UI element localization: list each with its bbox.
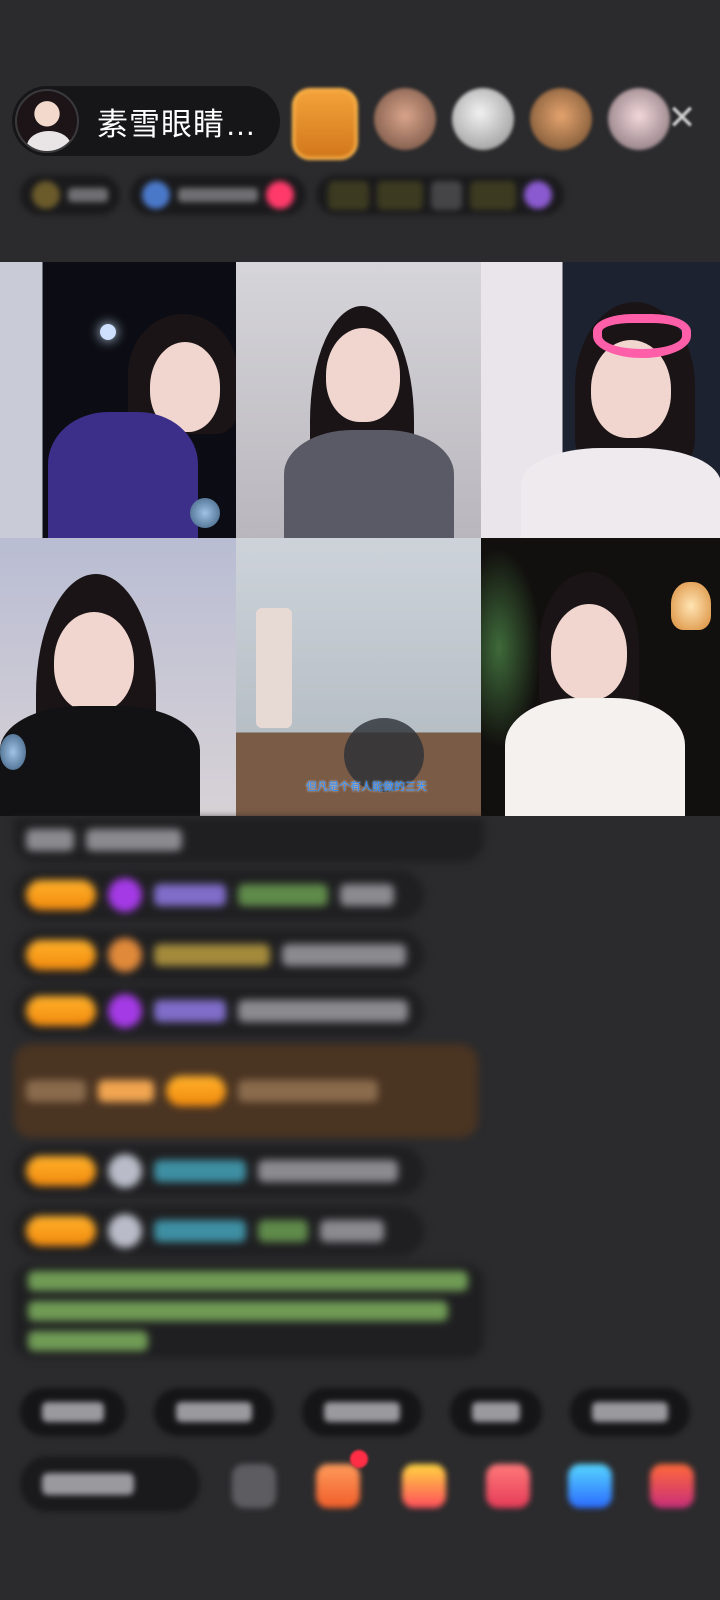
- chat-text: [238, 884, 328, 906]
- chat-message: [14, 986, 424, 1036]
- viewer-avatar[interactable]: [374, 88, 436, 150]
- chat-username[interactable]: [154, 1220, 246, 1242]
- video-subtitle: 但凡是个有人能做的三天: [306, 781, 427, 793]
- gift-box-icon[interactable]: [650, 1464, 694, 1508]
- level-badge: [26, 1156, 96, 1186]
- host-info-pill[interactable]: 素雪眼睛…: [12, 86, 280, 156]
- chat-message: [14, 870, 424, 920]
- chat-text: [238, 1080, 378, 1102]
- viewer-avatar[interactable]: [452, 88, 514, 150]
- host-name: 素雪眼睛…: [97, 106, 257, 142]
- video-tile[interactable]: [0, 538, 236, 816]
- chat-text: [86, 829, 182, 851]
- room-chip[interactable]: [20, 175, 120, 215]
- fan-badge-icon: [108, 1214, 142, 1248]
- person-body: [521, 448, 720, 538]
- host-avatar[interactable]: [15, 89, 79, 153]
- chat-username[interactable]: [154, 884, 226, 906]
- person-body: [505, 698, 685, 816]
- chat-text: [26, 829, 74, 851]
- chat-username[interactable]: [154, 1160, 246, 1182]
- person-body: [284, 430, 454, 538]
- quick-reply-button[interactable]: [450, 1388, 542, 1436]
- fan-badge-icon: [108, 994, 142, 1028]
- chat-text: [258, 1160, 398, 1182]
- viewer-avatar[interactable]: [292, 88, 358, 160]
- top-viewers-list: [292, 88, 670, 160]
- fan-badge-icon: [108, 938, 142, 972]
- system-notice: [14, 1264, 484, 1358]
- video-tile[interactable]: 但凡是个有人能做的三天: [236, 538, 481, 816]
- bottom-toolbar: [20, 1450, 710, 1512]
- person-face: [54, 612, 134, 712]
- moon-light: [100, 324, 116, 340]
- fan-badge-icon: [108, 878, 142, 912]
- room-info-row: [20, 172, 700, 218]
- microphone: [190, 498, 220, 528]
- level-badge: [26, 996, 96, 1026]
- pink-headband: [593, 314, 691, 358]
- chat-message: [14, 1206, 424, 1256]
- video-tile[interactable]: [0, 262, 236, 538]
- quick-reply-button[interactable]: [302, 1388, 422, 1436]
- notification-dot: [350, 1450, 368, 1468]
- person-body: [48, 412, 198, 538]
- close-icon[interactable]: ✕: [664, 100, 700, 136]
- chat-message: [14, 930, 424, 980]
- notice-text: [28, 1331, 148, 1351]
- video-tile[interactable]: [236, 262, 481, 538]
- gift-icon[interactable]: [316, 1464, 360, 1508]
- activity-icon[interactable]: [402, 1464, 446, 1508]
- level-badge: [26, 940, 96, 970]
- tags-chip[interactable]: [316, 175, 565, 215]
- quick-reply-button[interactable]: [570, 1388, 690, 1436]
- viewer-avatar[interactable]: [608, 88, 670, 150]
- quick-reply-row: [20, 1388, 720, 1436]
- chat-text: [282, 944, 406, 966]
- level-badge: [26, 880, 96, 910]
- vip-badge: [98, 1080, 154, 1102]
- quick-reply-button[interactable]: [20, 1388, 126, 1436]
- chat-text: [238, 1000, 408, 1022]
- multi-guest-video-grid: 但凡是个有人能做的三天: [0, 262, 720, 816]
- level-badge: [166, 1076, 226, 1106]
- microphone: [0, 734, 26, 770]
- notice-text: [28, 1271, 468, 1291]
- notice-text: [28, 1301, 448, 1321]
- chat-message: [14, 818, 484, 862]
- person-body: [0, 706, 200, 816]
- chat-input[interactable]: [20, 1456, 200, 1512]
- lamp: [671, 582, 711, 630]
- chat-username[interactable]: [154, 944, 270, 966]
- video-tile[interactable]: [481, 538, 720, 816]
- level-badge: [26, 1216, 96, 1246]
- video-tile[interactable]: [481, 262, 720, 538]
- chat-text: [340, 884, 394, 906]
- quick-reply-button[interactable]: [154, 1388, 274, 1436]
- chat-text: [26, 1080, 86, 1102]
- viewer-avatar[interactable]: [530, 88, 592, 150]
- person-face: [551, 604, 627, 700]
- chat-text: [320, 1220, 384, 1242]
- chat-input-placeholder: [42, 1473, 134, 1495]
- figurine: [256, 608, 292, 728]
- more-icon[interactable]: [232, 1464, 276, 1508]
- chat-username[interactable]: [154, 1000, 226, 1022]
- entry-message: [14, 1044, 478, 1138]
- room-chip[interactable]: [130, 175, 306, 215]
- game-icon[interactable]: [486, 1464, 530, 1508]
- person-face: [326, 328, 400, 422]
- share-icon[interactable]: [568, 1464, 612, 1508]
- fan-badge-icon: [108, 1154, 142, 1188]
- chat-text: [258, 1220, 308, 1242]
- chat-message: [14, 1146, 424, 1196]
